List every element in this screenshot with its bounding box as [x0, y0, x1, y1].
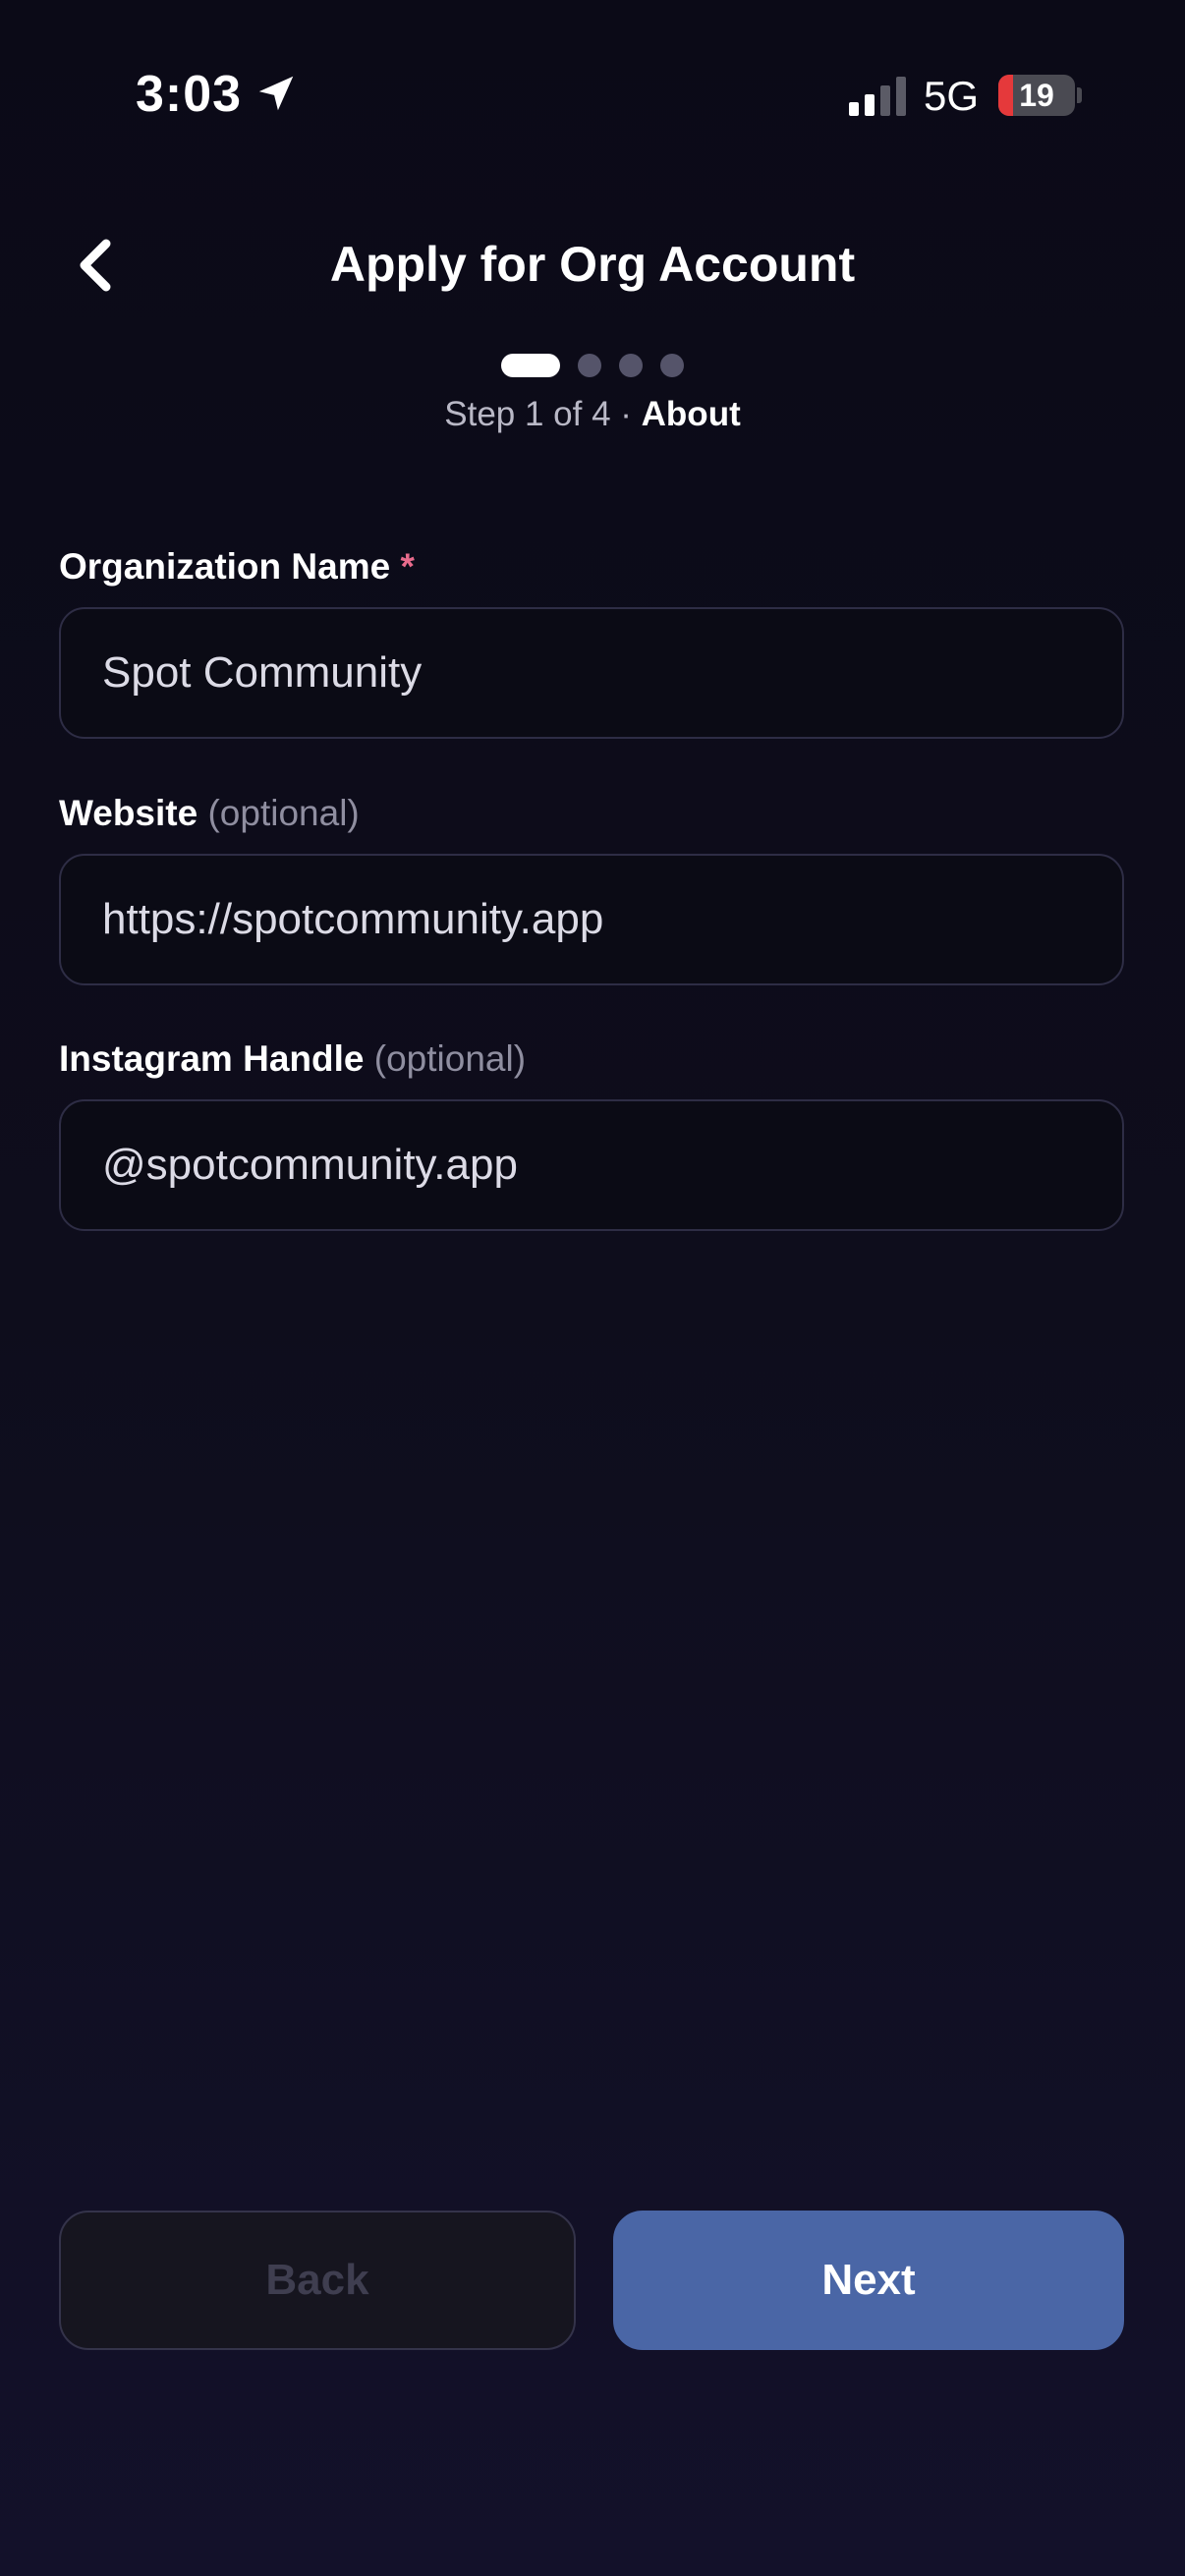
step-dot	[660, 354, 684, 377]
org-name-label: Organization Name *	[59, 546, 415, 588]
instagram-label-text: Instagram Handle	[59, 1038, 365, 1079]
website-label: Website (optional)	[59, 793, 360, 834]
website-label-text: Website	[59, 793, 198, 833]
org-name-label-text: Organization Name	[59, 546, 391, 587]
step-name: About	[641, 395, 741, 433]
instagram-input[interactable]	[59, 1099, 1124, 1231]
step-progress-text: Step 1 of 4 · About	[0, 395, 1185, 434]
website-input[interactable]	[59, 854, 1124, 985]
battery-icon: 19	[998, 75, 1075, 116]
back-button[interactable]: Back	[59, 2211, 576, 2350]
org-name-input[interactable]	[59, 607, 1124, 739]
chevron-left-icon[interactable]	[69, 236, 128, 295]
instagram-label: Instagram Handle (optional)	[59, 1038, 526, 1080]
network-type-label: 5G	[924, 73, 980, 119]
location-arrow-icon	[258, 76, 294, 111]
battery-level: 19	[1019, 78, 1054, 113]
step-dot	[578, 354, 601, 377]
optional-tag: (optional)	[207, 793, 360, 833]
step-indicator	[0, 354, 1185, 377]
status-time: 3:03	[136, 66, 243, 123]
optional-tag: (optional)	[373, 1038, 527, 1079]
cellular-signal-icon	[849, 77, 906, 116]
step-dot	[619, 354, 643, 377]
apply-org-account-screen: 3:03 5G 19 Apply for Org Account Step 1 …	[0, 0, 1185, 2576]
battery-cap	[1077, 87, 1082, 103]
page-title: Apply for Org Account	[329, 237, 856, 292]
next-button[interactable]: Next	[613, 2211, 1124, 2350]
step-count-text: Step 1 of 4 ·	[444, 395, 642, 433]
required-mark: *	[400, 546, 415, 587]
step-dot-active	[501, 354, 560, 377]
